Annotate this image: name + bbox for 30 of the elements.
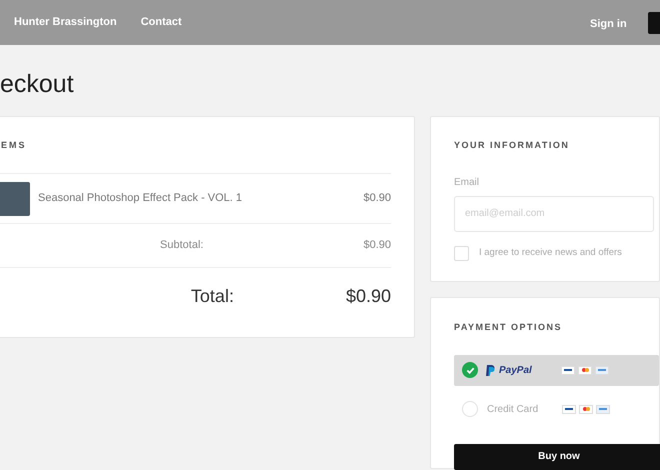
visa-card-icon	[562, 404, 576, 414]
photo-placeholder	[0, 182, 30, 216]
paypal-p-icon	[486, 364, 495, 376]
item-name: Seasonal Photoshop Effect Pack - VOL. 1	[38, 191, 244, 206]
card-heading: EMS	[0, 139, 28, 152]
subtotal-label: Subtotal:	[160, 238, 204, 254]
payment-option[interactable]: PayPal	[454, 354, 659, 386]
check-icon	[462, 362, 478, 378]
sign-in-link[interactable]: Sign in	[590, 16, 627, 32]
agree-label: I agree to receive news and offers	[479, 246, 622, 260]
nav-link[interactable]: Contact	[140, 14, 182, 31]
credit-card-label: Credit Card	[487, 402, 540, 416]
radio-button[interactable]	[462, 401, 478, 417]
page-title: eckout	[0, 69, 75, 100]
nav-link[interactable]: Hunter Brassington	[14, 14, 117, 31]
total-label: Total:	[190, 285, 234, 308]
checkbox[interactable]	[454, 246, 469, 260]
visa-card-icon	[561, 366, 575, 374]
total-value: $0.90	[346, 285, 391, 308]
item-price: $0.90	[363, 191, 391, 206]
card-heading: PAYMENT OPTIONS	[454, 321, 564, 334]
buy-now-button[interactable]: Buy now	[454, 444, 660, 470]
card-heading: YOUR INFORMATION	[454, 139, 570, 152]
email-label: Email	[454, 176, 480, 190]
subtotal-value: $0.90	[363, 238, 391, 254]
paypal-label: PayPal	[499, 364, 533, 378]
amex-card-icon	[595, 366, 609, 374]
mastercard-icon	[579, 404, 593, 414]
amex-card-icon	[596, 404, 610, 414]
mastercard-icon	[578, 366, 592, 374]
